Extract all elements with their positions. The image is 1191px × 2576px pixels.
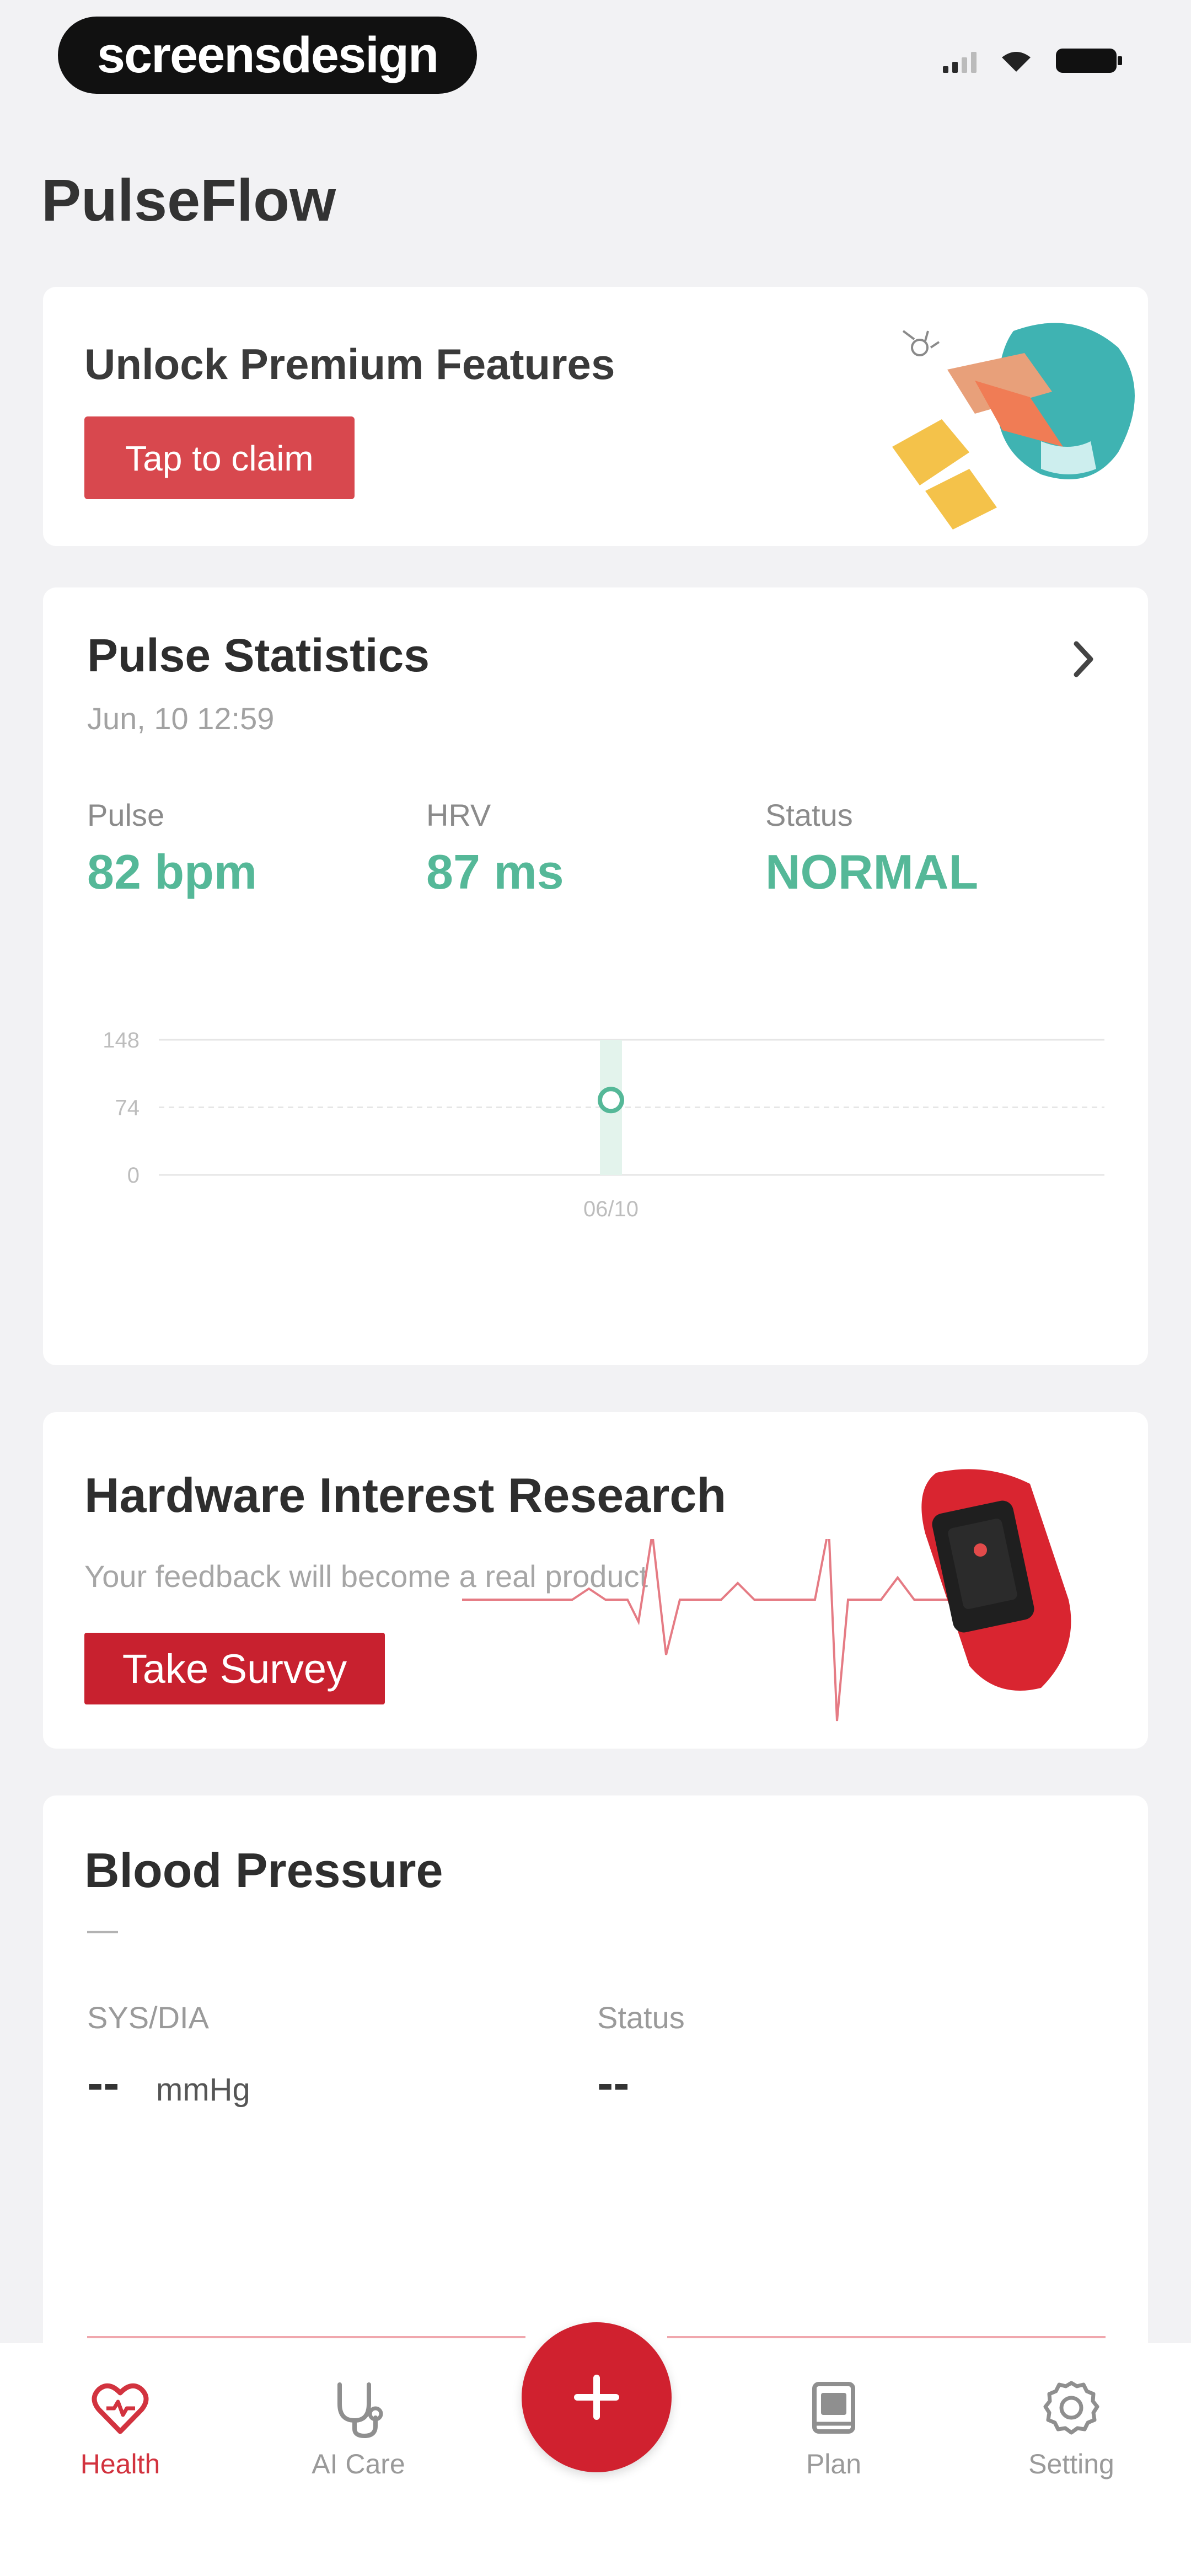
divider-left xyxy=(87,2336,525,2338)
premium-promo-card[interactable]: Unlock Premium Features Tap to claim xyxy=(43,287,1148,546)
pulse-statistics-card[interactable]: Pulse Statistics Jun, 10 12:59 Pulse 82 … xyxy=(43,587,1148,1365)
plus-icon xyxy=(574,2375,619,2420)
pulse-value: 82 bpm xyxy=(87,845,257,899)
pulse-title: Pulse Statistics xyxy=(87,629,430,681)
claim-button[interactable]: Tap to claim xyxy=(84,416,355,499)
heart-icon xyxy=(92,2383,149,2434)
x-tick-label: 06/10 xyxy=(583,1197,639,1221)
tab-label-health: Health xyxy=(80,2449,160,2479)
add-button[interactable] xyxy=(522,2322,672,2472)
bp-unit: mmHg xyxy=(156,2072,250,2108)
signal-icon xyxy=(943,51,977,73)
tab-ai-care[interactable]: AI Care xyxy=(270,2376,447,2480)
app-screen: screensdesign PulseFlow Unlock Premium F… xyxy=(0,0,1191,2576)
divider-right xyxy=(667,2336,1106,2338)
gift-illustration-icon xyxy=(892,323,1135,530)
battery-icon xyxy=(1056,49,1122,73)
tab-plan[interactable]: Plan xyxy=(745,2376,922,2480)
page-title: PulseFlow xyxy=(41,167,336,233)
bp-title: Blood Pressure xyxy=(84,1843,443,1898)
y-tick-label: 148 xyxy=(103,1028,140,1052)
hrv-value: 87 ms xyxy=(426,845,564,899)
tab-label-ai-care: AI Care xyxy=(312,2449,405,2479)
status-label: Status xyxy=(765,798,853,832)
bp-status-label: Status xyxy=(597,2000,685,2035)
stethoscope-icon xyxy=(337,2382,383,2439)
bp-time: — xyxy=(87,1912,118,1947)
book-icon xyxy=(812,2382,855,2434)
chevron-right-icon[interactable] xyxy=(1066,632,1099,687)
promo-title: Unlock Premium Features xyxy=(84,340,615,388)
hardware-survey-card[interactable]: Hardware Interest Research Your feedback… xyxy=(43,1412,1148,1749)
fitness-band-icon xyxy=(921,1469,1071,1691)
gear-icon xyxy=(1043,2381,1099,2435)
status-bar: screensdesign xyxy=(0,0,1191,127)
tab-label-plan: Plan xyxy=(806,2449,862,2479)
pulse-date: Jun, 10 12:59 xyxy=(87,701,275,736)
tab-setting[interactable]: Setting xyxy=(983,2376,1160,2480)
wifi-icon xyxy=(1002,52,1031,72)
brand-badge: screensdesign xyxy=(58,17,477,94)
tab-label-setting: Setting xyxy=(1028,2449,1114,2479)
y-tick-label: 0 xyxy=(127,1163,140,1188)
sysdia-label: SYS/DIA xyxy=(87,2000,209,2035)
system-icons xyxy=(943,49,1122,73)
bp-status-value: -- xyxy=(597,2055,630,2110)
pulse-chart: 148 74 0 06/10 xyxy=(103,1028,1104,1221)
data-point xyxy=(598,1087,624,1114)
status-value: NORMAL xyxy=(765,845,979,899)
pulse-label: Pulse xyxy=(87,798,165,832)
take-survey-button[interactable]: Take Survey xyxy=(84,1633,385,1704)
hrv-label: HRV xyxy=(426,798,491,832)
y-tick-label: 74 xyxy=(115,1096,140,1120)
sysdia-value: -- xyxy=(87,2055,120,2110)
survey-title: Hardware Interest Research xyxy=(84,1468,727,1522)
tab-health[interactable]: Health xyxy=(32,2376,208,2480)
